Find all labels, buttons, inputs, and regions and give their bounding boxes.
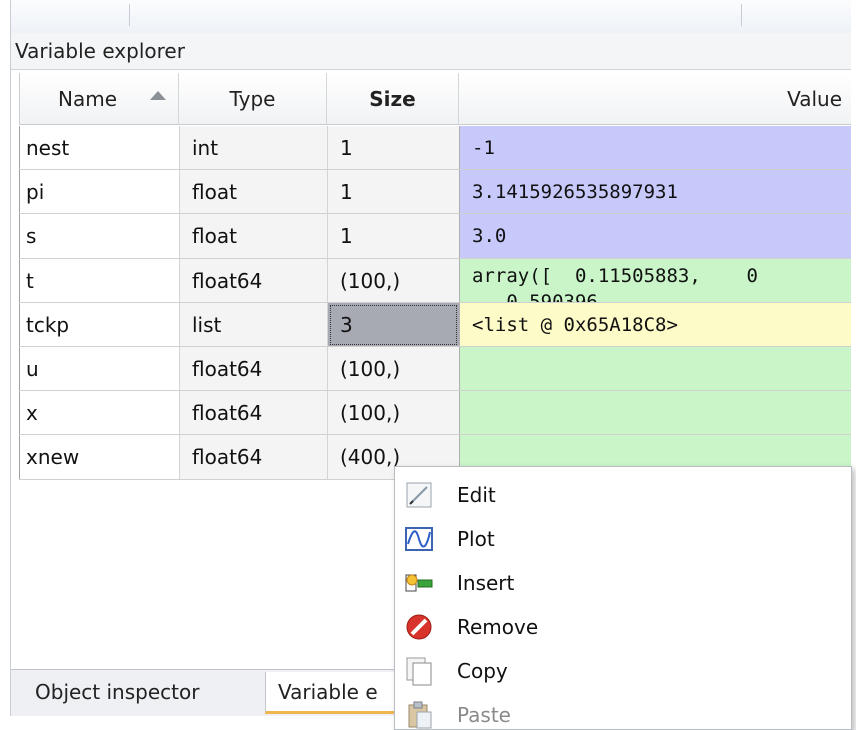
cell-name[interactable]: pi (19, 170, 179, 215)
cell-value-text: <list @ 0x65A18C8> (472, 313, 678, 336)
cell-value[interactable]: -1 (459, 126, 851, 171)
panel-title: Variable explorer (11, 33, 851, 70)
menu-item-plot-label: Plot (457, 527, 495, 551)
cell-type[interactable]: float (179, 170, 327, 215)
cell-value-text: -1 (472, 137, 495, 160)
column-header-type[interactable]: Type (179, 73, 327, 125)
panel-title-text: Variable explorer (15, 39, 185, 63)
cell-name[interactable]: u (19, 347, 179, 392)
cell-name-text: nest (26, 136, 70, 161)
menu-item-paste[interactable]: Paste (395, 693, 851, 729)
cell-type[interactable]: int (179, 126, 327, 171)
menu-item-plot[interactable]: Plot (395, 517, 851, 561)
tab-object-inspector-label: Object inspector (35, 680, 200, 704)
cell-value[interactable]: 3.1415926535897931 (459, 170, 851, 215)
menu-item-edit[interactable]: Edit (395, 473, 851, 517)
menu-item-copy-label: Copy (457, 659, 508, 683)
cell-type[interactable]: float64 (179, 347, 327, 392)
focus-rectangle (330, 304, 457, 345)
cell-value[interactable]: <list @ 0x65A18C8> (459, 302, 851, 347)
cell-name-text: s (26, 224, 37, 249)
cell-type-text: float (192, 224, 237, 249)
column-header-value-label: Value (787, 87, 842, 111)
cell-type[interactable]: float64 (179, 435, 327, 480)
cell-name[interactable]: xnew (19, 435, 179, 480)
cell-name[interactable]: t (19, 258, 179, 303)
cell-name-text: xnew (26, 445, 80, 470)
cell-value[interactable] (459, 391, 851, 436)
menu-item-remove-label: Remove (457, 615, 539, 639)
sort-ascending-icon (150, 91, 166, 100)
remove-icon (403, 611, 435, 643)
cell-name[interactable]: x (19, 391, 179, 436)
cell-type-text: float64 (192, 357, 263, 382)
cell-value-text: 3.0 (472, 225, 507, 248)
cell-name-text: u (26, 357, 39, 382)
cell-value[interactable]: array([ 0.11505883, 0 0.590396 ... (459, 258, 851, 313)
cell-type-text: float64 (192, 268, 263, 293)
menu-item-remove[interactable]: Remove (395, 605, 851, 649)
cell-size-text: (100,) (340, 401, 401, 426)
cell-name-text: t (26, 268, 34, 293)
cell-name-text: x (26, 401, 38, 426)
cell-type-text: float64 (192, 445, 263, 470)
cell-type-text: list (192, 312, 222, 337)
column-header-type-label: Type (229, 87, 276, 111)
cell-value-text: 3.1415926535897931 (472, 181, 678, 204)
menu-item-copy[interactable]: Copy (395, 649, 851, 693)
cell-type-text: float (192, 180, 237, 205)
cell-value[interactable] (459, 347, 851, 392)
cell-name[interactable]: tckp (19, 302, 179, 347)
cell-type[interactable]: float (179, 214, 327, 259)
insert-icon (403, 567, 435, 599)
cell-type[interactable]: float64 (179, 258, 327, 303)
cell-name[interactable]: nest (19, 126, 179, 171)
cell-size[interactable]: 1 (327, 214, 459, 259)
tab-variable-explorer-label: Variable e (278, 680, 378, 704)
cell-name-text: tckp (26, 312, 70, 337)
cell-size-text: 1 (340, 136, 353, 161)
tab-object-inspector[interactable]: Object inspector (23, 672, 249, 714)
cell-size[interactable]: (100,) (327, 391, 459, 436)
menu-item-insert[interactable]: Insert (395, 561, 851, 605)
cell-type[interactable]: float64 (179, 391, 327, 436)
cell-size[interactable]: (100,) (327, 258, 459, 303)
cell-value[interactable]: 3.0 (459, 214, 851, 259)
context-menu: Edit Plot Insert Remove Copy Paste (394, 466, 852, 730)
toolbar-strip (11, 0, 851, 34)
menu-item-insert-label: Insert (457, 571, 515, 595)
cell-type-text: float64 (192, 401, 263, 426)
cell-size[interactable]: 1 (327, 170, 459, 215)
cell-size-text: (400,) (340, 445, 401, 470)
column-header-name[interactable]: Name (19, 73, 179, 125)
cell-size-text: 1 (340, 224, 353, 249)
cell-size-text: (100,) (340, 268, 401, 293)
cell-size[interactable]: (100,) (327, 347, 459, 392)
menu-item-edit-label: Edit (457, 483, 496, 507)
paste-icon (403, 699, 435, 729)
column-header-size[interactable]: Size (327, 73, 459, 125)
edit-icon (403, 479, 435, 511)
cell-type[interactable]: list (179, 302, 327, 347)
cell-size[interactable]: 1 (327, 126, 459, 171)
menu-item-paste-label: Paste (457, 703, 511, 727)
cell-size-text: (100,) (340, 357, 401, 382)
cell-name-text: pi (26, 180, 45, 205)
column-header-name-label: Name (58, 87, 118, 111)
cell-size[interactable]: 3 (327, 302, 459, 347)
column-header-value[interactable]: Value (459, 73, 851, 125)
cell-name[interactable]: s (19, 214, 179, 259)
column-header-size-label: Size (369, 87, 416, 111)
plot-icon (403, 523, 435, 555)
cell-type-text: int (192, 136, 219, 161)
cell-size-text: 1 (340, 180, 353, 205)
copy-icon (403, 655, 435, 687)
